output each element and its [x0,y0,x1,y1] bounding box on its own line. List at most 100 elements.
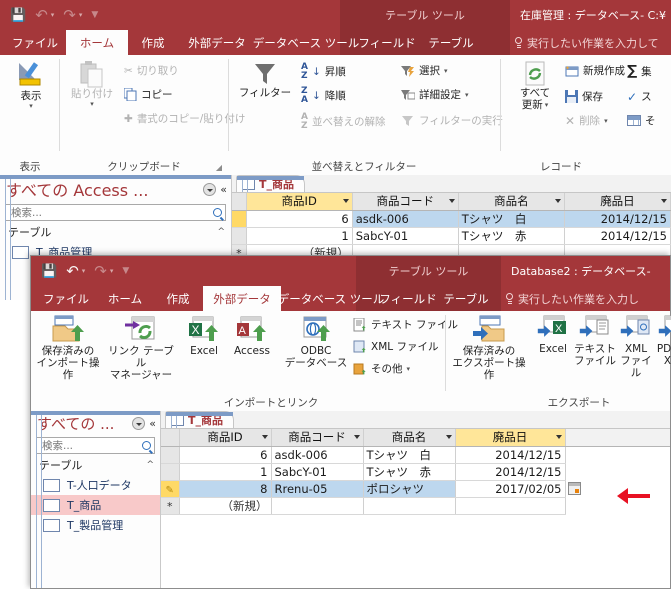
nav-search-box[interactable] [36,437,155,454]
table-row-editing[interactable]: ✎ 8 Rrenu-05 ポロシャツ 2017/02/05 [161,479,670,498]
row-selector[interactable] [161,463,180,481]
tab-home[interactable]: ホーム [66,30,128,55]
import-xml-file-button[interactable]: XML ファイル [353,339,438,354]
tab-create[interactable]: 作成 [128,30,178,55]
cell-shouhin-id[interactable]: 6 [245,209,353,228]
cell-new-shouhin-mei[interactable] [363,497,456,515]
tell-me-box[interactable]: 実行したい作業を入力して [514,30,659,55]
nav-item-t-shouhin[interactable]: T_商品 [31,495,160,515]
redo-icon[interactable]: ↷ [94,263,107,279]
cell-shouhin-code[interactable]: asdk-006 [271,446,364,464]
cell-haihinbi[interactable]: 2014/12/15 [564,227,671,245]
redo-dropdown-icon[interactable]: ▾ [110,267,114,275]
more-records-button[interactable]: そ [627,113,656,128]
cell-new-shouhin-id[interactable]: （新規） [179,497,272,515]
cell-shouhin-id[interactable]: 6 [179,446,272,464]
nav-item-t-jinkou-data[interactable]: T-人口データ [31,475,160,495]
document-tab-t-shouhin[interactable]: T_商品 [236,175,306,192]
sort-descending-button[interactable]: ZA ↓ 降順 [301,86,346,104]
view-button[interactable]: 表示 ▾ [10,60,52,110]
nav-collapse-icon[interactable]: « [220,183,227,196]
table-row[interactable]: 1 SabcY-01 Tシャツ 赤 2014/12/15 [161,463,670,481]
column-dropdown-icon[interactable] [261,435,268,439]
saved-exports-button[interactable]: 保存済みの エクスポート操作 [450,315,528,381]
tab-table[interactable]: テーブル [420,30,482,55]
tab-fields[interactable]: フィールド [356,30,418,55]
column-header-shouhin-code[interactable]: 商品コード [271,429,364,447]
save-icon[interactable]: 💾 [10,9,26,22]
chevron-up-icon[interactable]: ^ [217,227,225,237]
tab-file[interactable]: ファイル [4,30,66,55]
cell-new-haihinbi[interactable] [455,497,566,515]
cell-haihinbi[interactable]: 2014/12/15 [455,446,566,464]
cell-shouhin-code[interactable]: SabcY-01 [352,227,459,245]
calendar-picker-icon[interactable] [567,482,581,495]
cell-haihinbi[interactable]: 2014/12/15 [564,210,671,228]
cell-shouhin-id[interactable]: 8 [179,480,272,498]
row-selector[interactable] [232,227,247,245]
undo-icon[interactable]: ↶ [66,263,79,279]
export-pdf-xps-button[interactable]: PDF ま XPS [654,315,671,367]
document-tab-t-shouhin[interactable]: T_商品 [165,411,235,428]
select-all-corner[interactable] [232,193,247,211]
spelling-button[interactable]: ✓ ス [627,89,652,104]
column-dropdown-icon[interactable] [555,435,562,439]
customize-qat-icon[interactable]: ▼ [91,10,98,20]
tell-me-box[interactable]: 実行したい作業を入力し [505,286,639,311]
import-odbc-button[interactable]: ODBC データベース [281,315,351,369]
nav-search-input[interactable] [40,438,142,453]
nav-collapse-icon[interactable]: « [149,417,156,430]
selection-button[interactable]: 選択 ▾ [401,63,448,78]
undo-dropdown-icon[interactable]: ▾ [82,267,86,275]
cell-shouhin-id[interactable]: 1 [246,227,353,245]
refresh-dropdown-icon[interactable]: ▾ [545,101,549,109]
linked-table-manager-button[interactable]: リンク テーブル マネージャー [103,315,179,381]
nav-menu-icon[interactable] [132,417,146,430]
tab-fields[interactable]: フィールド [379,286,437,311]
tab-home[interactable]: ホーム [97,286,153,311]
cell-shouhin-code[interactable]: asdk-006 [352,210,459,228]
tab-database-tools[interactable]: データベース ツール [253,30,360,55]
column-dropdown-icon[interactable] [342,199,349,203]
column-header-haihinbi[interactable]: 廃品日 [564,193,671,211]
paste-button[interactable]: 貼り付け ▾ [68,60,116,108]
cell-haihinbi[interactable]: 2014/12/15 [455,463,566,481]
row-selector[interactable] [161,446,180,464]
cell-new-shouhin-code[interactable] [271,497,364,515]
refresh-all-button[interactable]: すべて 更新 ▾ [511,61,559,111]
customize-qat-icon[interactable]: ▼ [122,266,129,276]
copy-button[interactable]: コピー [123,87,173,102]
advanced-dropdown-icon[interactable]: ▾ [465,91,469,99]
table-row[interactable]: 6 asdk-006 Tシャツ 白 2014/12/15 [232,209,671,228]
clear-sort-button[interactable]: AZ 並べ替えの解除 [301,112,385,130]
row-selector-editing[interactable]: ✎ [161,480,180,498]
column-header-shouhin-id[interactable]: 商品ID [179,429,272,447]
cell-shouhin-id[interactable]: 1 [179,463,272,481]
column-header-shouhin-mei[interactable]: 商品名 [363,429,456,447]
row-selector[interactable] [232,210,247,228]
nav-menu-icon[interactable] [203,182,217,196]
search-icon[interactable] [142,441,151,450]
chevron-up-icon[interactable]: ^ [146,460,154,470]
table-row[interactable]: 1 SabcY-01 Tシャツ 赤 2014/12/15 [232,227,671,245]
advanced-button[interactable]: 詳細設定 ▾ [401,87,469,102]
delete-dropdown-icon[interactable]: ▾ [604,117,608,125]
cell-shouhin-mei[interactable]: ポロシャツ [363,480,456,498]
cell-shouhin-mei[interactable]: Tシャツ 赤 [458,227,565,245]
nav-section-tables[interactable]: テーブル ^ [31,454,160,475]
cell-shouhin-code[interactable]: SabcY-01 [271,463,364,481]
cell-shouhin-mei[interactable]: Tシャツ 赤 [363,463,456,481]
paste-dropdown-icon[interactable]: ▾ [90,100,94,108]
search-icon[interactable] [213,208,222,217]
import-text-file-button[interactable]: テキスト ファイル [353,317,458,332]
export-excel-button[interactable]: X Excel [532,315,574,355]
undo-icon[interactable]: ↶ [35,7,48,23]
totals-button[interactable]: ∑ 集 [627,63,652,79]
nav-item-t-seihin-kanri[interactable]: T_製品管理 [31,515,160,535]
cell-shouhin-mei[interactable]: Tシャツ 白 [363,446,456,464]
undo-dropdown-icon[interactable]: ▾ [51,11,55,19]
export-text-file-button[interactable]: テキスト ファイル [574,315,616,367]
select-all-corner[interactable] [161,429,180,447]
saved-imports-button[interactable]: 保存済みの インポート操作 [33,315,103,381]
column-header-shouhin-code[interactable]: 商品コード [352,193,459,211]
